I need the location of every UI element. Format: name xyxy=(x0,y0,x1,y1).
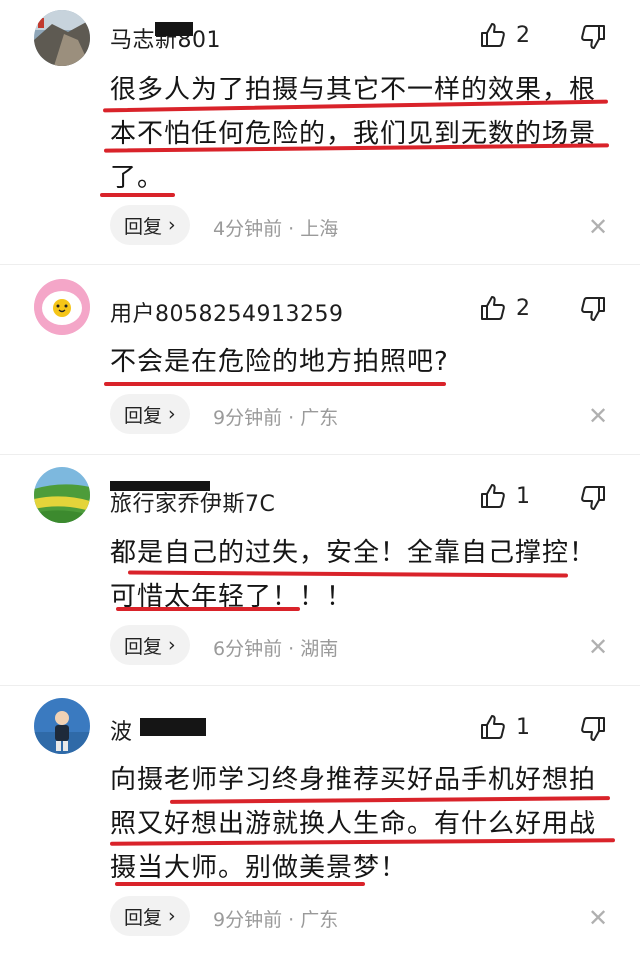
comment-text: 不会是在危险的地方拍照吧? xyxy=(110,340,620,384)
chevron-right-icon: › xyxy=(168,634,176,656)
meta-separator: · xyxy=(288,638,295,660)
dislike-button[interactable] xyxy=(580,296,606,322)
annotation-underline xyxy=(104,382,446,386)
comment-item: 波 1 向摄老师学习终身推荐买好品手机好想拍 照又好想出游就换人生命。有什么好用… xyxy=(0,686,640,957)
avatar[interactable] xyxy=(34,10,90,66)
close-icon[interactable]: ✕ xyxy=(588,635,608,659)
like-count: 1 xyxy=(516,483,530,509)
comment-location: 广东 xyxy=(300,407,339,429)
dislike-button[interactable] xyxy=(580,485,606,511)
comment-location: 湖南 xyxy=(300,638,339,660)
thumbs-down-icon xyxy=(581,717,605,741)
thumbs-up-icon xyxy=(481,484,505,508)
comment-meta: 6分钟前 · 湖南 xyxy=(213,634,338,661)
redaction-bar xyxy=(110,481,210,491)
landscape-avatar-icon xyxy=(34,10,90,66)
chevron-right-icon: › xyxy=(168,403,176,425)
comment-time: 4分钟前 xyxy=(213,218,283,240)
field-avatar-icon xyxy=(34,467,90,523)
like-count: 2 xyxy=(516,295,530,321)
comment-meta: 9分钟前 · 广东 xyxy=(213,905,338,932)
close-icon[interactable]: ✕ xyxy=(588,906,608,930)
chevron-right-icon: › xyxy=(168,905,176,927)
comment-text: 向摄老师学习终身推荐买好品手机好想拍 照又好想出游就换人生命。有什么好用战 摄当… xyxy=(110,758,620,890)
reply-button[interactable]: 回复 › xyxy=(110,896,190,936)
comment-item: 用户8058254913259 2 不会是在危险的地方拍照吧? 回复 › 9分钟… xyxy=(0,265,640,455)
close-icon[interactable]: ✕ xyxy=(588,404,608,428)
reply-button[interactable]: 回复 › xyxy=(110,625,190,665)
thumbs-up-icon xyxy=(481,715,505,739)
like-count: 1 xyxy=(516,714,530,740)
reply-button[interactable]: 回复 › xyxy=(110,205,190,245)
meta-separator: · xyxy=(288,218,295,240)
thumbs-down-icon xyxy=(581,25,605,49)
like-button[interactable]: 1 xyxy=(480,483,530,509)
thumbs-up-icon xyxy=(481,296,505,320)
comment-text: 很多人为了拍摄与其它不一样的效果，根 本不怕任何危险的，我们见到无数的场景 了。 xyxy=(110,68,620,200)
like-button[interactable]: 1 xyxy=(480,714,530,740)
comment-text-line: 可惜太年轻了！！！ xyxy=(110,582,354,612)
reply-label: 回复 xyxy=(124,635,163,658)
person-avatar-icon xyxy=(34,698,90,754)
reply-label: 回复 xyxy=(124,215,163,238)
egg-avatar-icon xyxy=(34,279,90,335)
comment-meta: 9分钟前 · 广东 xyxy=(213,403,338,430)
comment-text-line: 都是自己的过失，安全！全靠自己撑控！ xyxy=(110,538,597,568)
chevron-right-icon: › xyxy=(168,214,176,236)
meta-separator: · xyxy=(288,909,295,931)
avatar[interactable] xyxy=(34,698,90,754)
dislike-button[interactable] xyxy=(580,716,606,742)
username[interactable]: 用户8058254913259 xyxy=(110,296,343,328)
like-button[interactable]: 2 xyxy=(480,22,530,48)
comment-time: 6分钟前 xyxy=(213,638,283,660)
thumbs-down-icon xyxy=(581,297,605,321)
avatar[interactable] xyxy=(34,279,90,335)
thumbs-down-icon xyxy=(581,486,605,510)
meta-separator: · xyxy=(288,407,295,429)
dislike-button[interactable] xyxy=(580,24,606,50)
redaction-bar xyxy=(140,718,206,736)
like-count: 2 xyxy=(516,22,530,48)
like-button[interactable]: 2 xyxy=(480,295,530,321)
reply-button[interactable]: 回复 › xyxy=(110,394,190,434)
comment-location: 广东 xyxy=(300,909,339,931)
avatar[interactable] xyxy=(34,467,90,523)
comment-text-line: 不会是在危险的地方拍照吧? xyxy=(110,347,449,377)
comment-meta: 4分钟前 · 上海 xyxy=(213,214,338,241)
close-icon[interactable]: ✕ xyxy=(588,215,608,239)
reply-label: 回复 xyxy=(124,906,163,929)
reply-label: 回复 xyxy=(124,404,163,427)
annotation-underline xyxy=(100,193,175,197)
comment-text-line: 向摄老师学习终身推荐买好品手机好想拍 xyxy=(110,765,597,795)
comment-text-line: 了。 xyxy=(110,163,165,193)
comment-time: 9分钟前 xyxy=(213,407,283,429)
thumbs-up-icon xyxy=(481,23,505,47)
annotation-underline xyxy=(115,882,365,886)
comment-time: 9分钟前 xyxy=(213,909,283,931)
annotation-underline xyxy=(116,607,300,611)
comment-item: 马志新801 2 很多人为了拍摄与其它不一样的效果，根 本不怕任何危险的，我们见… xyxy=(0,0,640,262)
redaction-bar xyxy=(155,22,193,36)
username[interactable]: 波 xyxy=(110,714,133,746)
comment-item: 旅行家乔伊斯7C 1 都是自己的过失，安全！全靠自己撑控！ 可惜太年轻了！！！ … xyxy=(0,455,640,687)
comment-location: 上海 xyxy=(300,218,339,240)
